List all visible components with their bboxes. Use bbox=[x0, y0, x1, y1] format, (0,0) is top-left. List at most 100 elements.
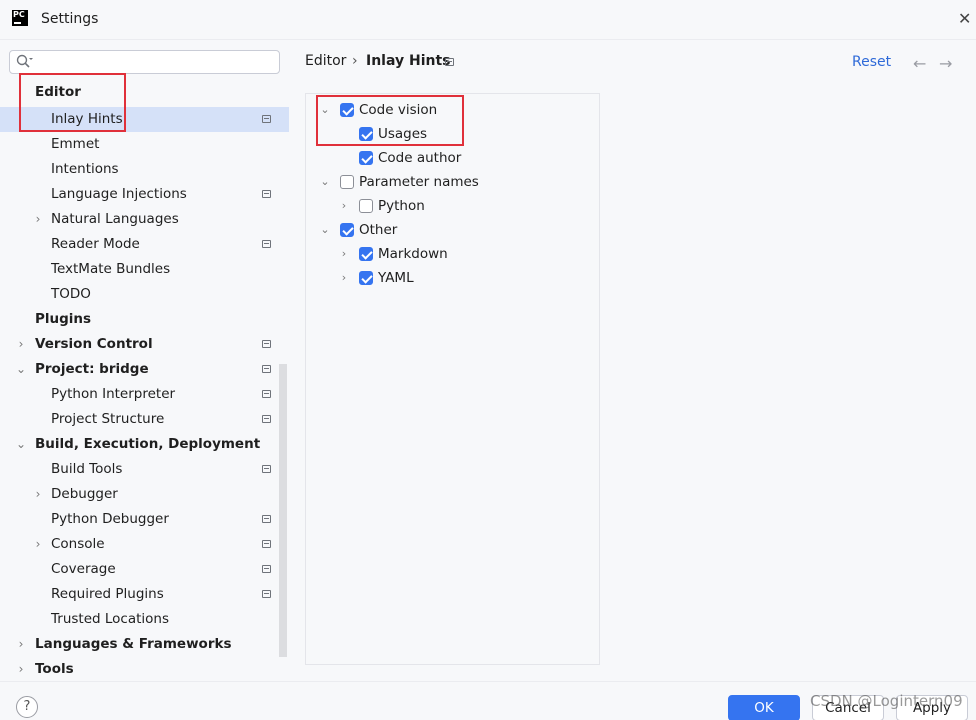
sidebar-item-textmate-bundles[interactable]: TextMate Bundles bbox=[0, 257, 289, 282]
hint-label: Code author bbox=[378, 150, 462, 166]
chevron-down-icon[interactable]: ⌄ bbox=[16, 357, 26, 382]
hint-label: Python bbox=[378, 198, 425, 214]
sidebar-item-natural-languages[interactable]: › Natural Languages bbox=[0, 207, 289, 232]
search-input[interactable] bbox=[36, 53, 276, 71]
back-arrow-icon[interactable]: ← bbox=[913, 54, 926, 73]
search-icon bbox=[16, 54, 33, 68]
reset-link[interactable]: Reset bbox=[852, 54, 891, 70]
parameter-names-checkbox[interactable] bbox=[340, 175, 354, 189]
chevron-right-icon[interactable]: › bbox=[339, 242, 349, 266]
sidebar-item-label: Python Interpreter bbox=[51, 386, 176, 402]
project-scope-icon bbox=[262, 540, 271, 548]
chevron-down-icon[interactable]: ⌄ bbox=[16, 432, 26, 457]
sidebar-item-label: Project Structure bbox=[51, 411, 165, 427]
sidebar-item-build-execution-deployment[interactable]: ⌄ Build, Execution, Deployment bbox=[0, 432, 289, 457]
forward-arrow-icon[interactable]: → bbox=[939, 54, 952, 73]
markdown-checkbox[interactable] bbox=[359, 247, 373, 261]
hint-row-other[interactable]: ⌄ Other bbox=[318, 218, 588, 242]
watermark-text: CSDN @Logintern09 bbox=[810, 692, 963, 710]
sidebar-item-label: Build Tools bbox=[51, 461, 123, 477]
project-scope-icon bbox=[262, 465, 271, 473]
project-scope-icon bbox=[262, 565, 271, 573]
window-title: Settings bbox=[41, 11, 99, 27]
sidebar-item-plugins[interactable]: Plugins bbox=[0, 307, 289, 332]
search-box[interactable] bbox=[9, 50, 280, 74]
sidebar-item-version-control[interactable]: › Version Control bbox=[0, 332, 289, 357]
sidebar-item-required-plugins[interactable]: Required Plugins bbox=[0, 582, 289, 607]
chevron-right-icon[interactable]: › bbox=[33, 207, 43, 232]
hint-row-code-author[interactable]: Code author bbox=[318, 146, 588, 170]
yaml-checkbox[interactable] bbox=[359, 271, 373, 285]
project-scope-icon bbox=[262, 415, 271, 423]
hint-row-python[interactable]: › Python bbox=[318, 194, 588, 218]
sidebar-scrollbar[interactable] bbox=[279, 364, 287, 657]
hint-label: Markdown bbox=[378, 246, 448, 262]
hint-row-yaml[interactable]: › YAML bbox=[318, 266, 588, 290]
sidebar-item-label: Project: bridge bbox=[35, 361, 149, 377]
hint-row-markdown[interactable]: › Markdown bbox=[318, 242, 588, 266]
python-checkbox[interactable] bbox=[359, 199, 373, 213]
sidebar-item-tools[interactable]: › Tools bbox=[0, 657, 289, 682]
chevron-right-icon[interactable]: › bbox=[16, 632, 26, 657]
project-scope-icon bbox=[262, 515, 271, 523]
settings-sidebar: Editor Inlay Hints Emmet Intentions Lang… bbox=[0, 41, 289, 681]
sidebar-item-label: Emmet bbox=[51, 136, 100, 152]
close-icon[interactable]: ✕ bbox=[958, 10, 971, 28]
sidebar-item-language-injections[interactable]: Language Injections bbox=[0, 182, 289, 207]
project-scope-icon bbox=[262, 365, 271, 373]
title-bar: PC Settings ✕ bbox=[0, 0, 976, 40]
sidebar-item-label: TextMate Bundles bbox=[51, 261, 171, 277]
project-scope-icon bbox=[262, 390, 271, 398]
sidebar-item-label: Tools bbox=[35, 661, 74, 677]
hint-label: Parameter names bbox=[359, 174, 479, 190]
highlight-box-editor bbox=[19, 73, 126, 132]
sidebar-item-project-structure[interactable]: Project Structure bbox=[0, 407, 289, 432]
other-checkbox[interactable] bbox=[340, 223, 354, 237]
sidebar-item-debugger[interactable]: › Debugger bbox=[0, 482, 289, 507]
sidebar-item-coverage[interactable]: Coverage bbox=[0, 557, 289, 582]
chevron-right-icon[interactable]: › bbox=[33, 482, 43, 507]
sidebar-item-label: Plugins bbox=[35, 311, 92, 327]
pycharm-logo-icon: PC bbox=[12, 10, 28, 26]
sidebar-item-intentions[interactable]: Intentions bbox=[0, 157, 289, 182]
chevron-right-icon[interactable]: › bbox=[339, 266, 349, 290]
highlight-box-code-vision bbox=[316, 95, 464, 146]
sidebar-item-label: Python Debugger bbox=[51, 511, 169, 527]
hint-row-parameter-names[interactable]: ⌄ Parameter names bbox=[318, 170, 588, 194]
chevron-right-icon[interactable]: › bbox=[33, 532, 43, 557]
ok-button[interactable]: OK bbox=[728, 695, 800, 720]
chevron-down-icon[interactable]: ⌄ bbox=[320, 170, 330, 194]
sidebar-item-label: Natural Languages bbox=[51, 211, 179, 227]
chevron-down-icon[interactable]: ⌄ bbox=[320, 218, 330, 242]
sidebar-item-label: Intentions bbox=[51, 161, 119, 177]
sidebar-item-project-bridge[interactable]: ⌄ Project: bridge bbox=[0, 357, 289, 382]
sidebar-item-label: Required Plugins bbox=[51, 586, 164, 602]
chevron-right-icon[interactable]: › bbox=[339, 194, 349, 218]
sidebar-item-label: Trusted Locations bbox=[51, 611, 169, 627]
sidebar-item-python-interpreter[interactable]: Python Interpreter bbox=[0, 382, 289, 407]
sidebar-item-label: Reader Mode bbox=[51, 236, 140, 252]
sidebar-item-trusted-locations[interactable]: Trusted Locations bbox=[0, 607, 289, 632]
sidebar-item-todo[interactable]: TODO bbox=[0, 282, 289, 307]
sidebar-item-reader-mode[interactable]: Reader Mode bbox=[0, 232, 289, 257]
sidebar-item-console[interactable]: › Console bbox=[0, 532, 289, 557]
chevron-right-icon[interactable]: › bbox=[16, 332, 26, 357]
help-button[interactable]: ? bbox=[16, 696, 38, 718]
project-scope-icon bbox=[262, 340, 271, 348]
sidebar-item-label: Coverage bbox=[51, 561, 116, 577]
project-scope-icon bbox=[262, 115, 271, 123]
project-scope-icon bbox=[262, 240, 271, 248]
code-author-checkbox[interactable] bbox=[359, 151, 373, 165]
hint-label: Other bbox=[359, 222, 398, 238]
breadcrumb-current: Inlay Hints bbox=[366, 53, 451, 69]
breadcrumb-parent[interactable]: Editor bbox=[305, 53, 346, 69]
chevron-right-icon[interactable]: › bbox=[16, 657, 26, 682]
sidebar-item-python-debugger[interactable]: Python Debugger bbox=[0, 507, 289, 532]
sidebar-item-emmet[interactable]: Emmet bbox=[0, 132, 289, 157]
project-scope-icon bbox=[262, 190, 271, 198]
sidebar-item-languages-frameworks[interactable]: › Languages & Frameworks bbox=[0, 632, 289, 657]
sidebar-item-label: Build, Execution, Deployment bbox=[35, 436, 261, 452]
sidebar-item-build-tools[interactable]: Build Tools bbox=[0, 457, 289, 482]
project-scope-icon bbox=[262, 590, 271, 598]
sidebar-item-label: TODO bbox=[51, 286, 91, 302]
